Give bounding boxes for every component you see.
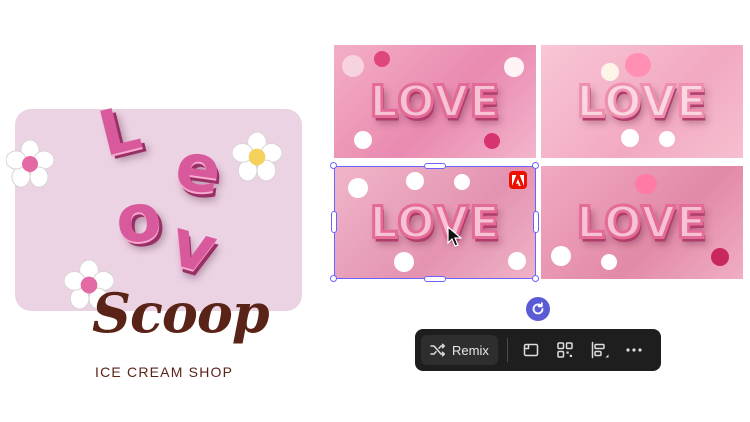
- brand-tagline: ICE CREAM SHOP: [95, 364, 234, 380]
- love-text: LOVE: [575, 75, 708, 129]
- image-action-toolbar: Remix: [415, 329, 661, 371]
- more-options-button[interactable]: [620, 335, 648, 365]
- shuffle-icon: [430, 343, 446, 357]
- daisy-icon: [232, 132, 282, 182]
- love-text: LOVE: [368, 196, 501, 250]
- mouse-pointer-icon: [447, 226, 463, 247]
- generated-image-4[interactable]: LOVE: [541, 166, 743, 279]
- resize-handle-top[interactable]: [424, 163, 446, 169]
- rotate-icon: [532, 302, 544, 315]
- rotate-button[interactable]: [526, 297, 550, 321]
- qr-grid-button[interactable]: [551, 335, 579, 365]
- brand-name: Scoop: [92, 281, 270, 345]
- generated-image-3[interactable]: LOVE: [334, 166, 536, 279]
- toolbar-divider: [506, 338, 508, 362]
- remix-label: Remix: [452, 342, 489, 358]
- logo-letter-o: o: [112, 177, 166, 260]
- resize-handle-left[interactable]: [331, 211, 337, 233]
- logo-letter-e: e: [170, 127, 226, 210]
- adobe-icon: [509, 171, 527, 189]
- resize-handle-top-left[interactable]: [330, 162, 337, 169]
- daisy-icon: [6, 140, 54, 188]
- resize-handle-bottom-right[interactable]: [532, 275, 539, 282]
- align-button[interactable]: [586, 335, 614, 365]
- resize-handle-top-right[interactable]: [532, 162, 539, 169]
- align-icon: [591, 341, 609, 359]
- crop-icon: [523, 343, 538, 357]
- love-text: LOVE: [368, 75, 501, 129]
- canvas: L e o v Scoop ICE CREAM SHOP LOVE LOVE L…: [0, 0, 750, 422]
- resize-handle-right[interactable]: [533, 211, 539, 233]
- more-icon: [626, 348, 642, 352]
- love-text: LOVE: [575, 196, 708, 250]
- crop-button[interactable]: [517, 335, 545, 365]
- remix-button[interactable]: Remix: [421, 335, 498, 365]
- qr-grid-icon: [557, 342, 573, 358]
- generated-image-2[interactable]: LOVE: [541, 45, 743, 158]
- resize-handle-bottom[interactable]: [424, 276, 446, 282]
- generated-image-1[interactable]: LOVE: [334, 45, 536, 158]
- resize-handle-bottom-left[interactable]: [330, 275, 337, 282]
